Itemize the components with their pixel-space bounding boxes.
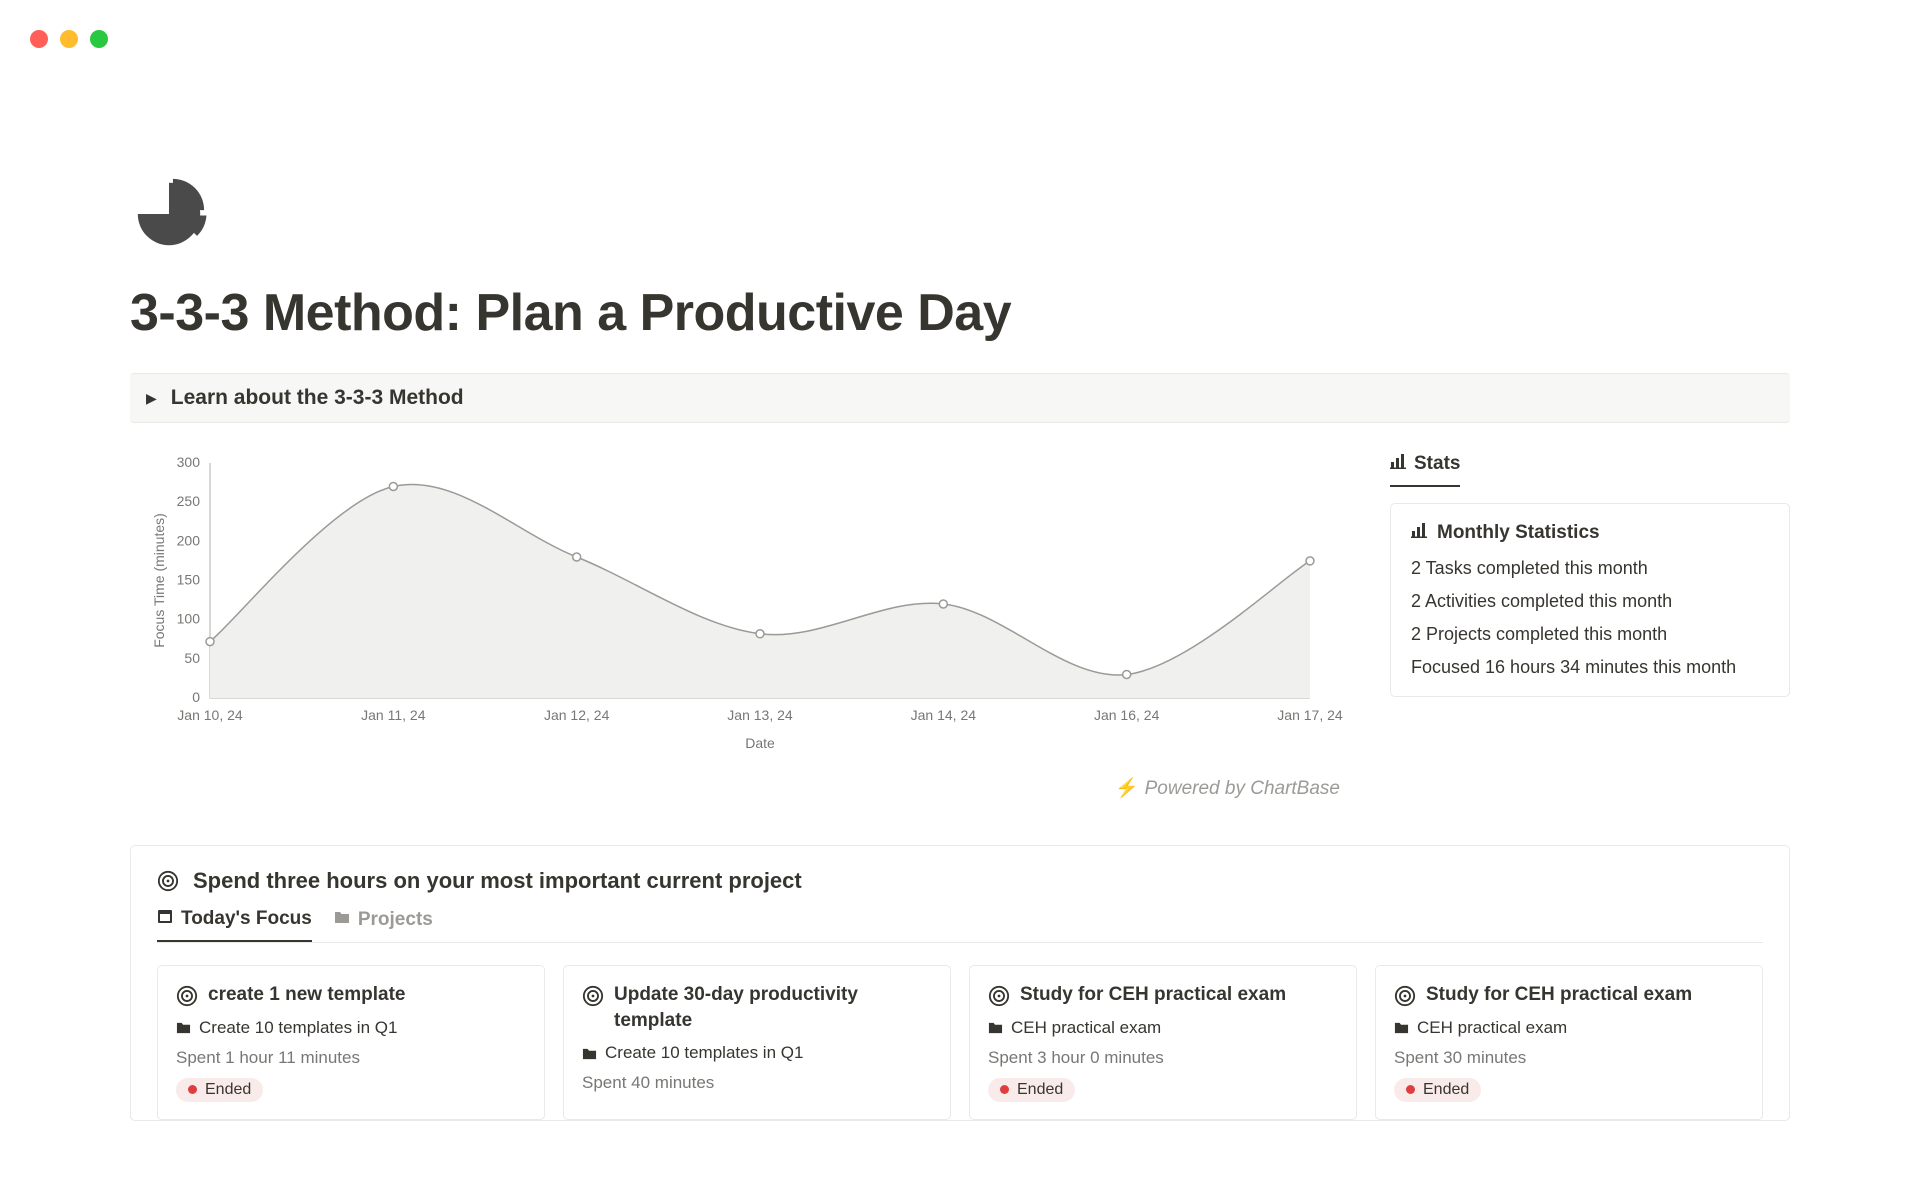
target-icon bbox=[582, 985, 604, 1007]
status-dot-icon bbox=[1000, 1085, 1009, 1094]
task-card[interactable]: Study for CEH practical exam CEH practic… bbox=[969, 965, 1357, 1120]
task-title: create 1 new template bbox=[208, 982, 405, 1008]
task-spent: Spent 3 hour 0 minutes bbox=[988, 1048, 1338, 1068]
stats-tab[interactable]: Stats bbox=[1390, 453, 1460, 487]
svg-text:Date: Date bbox=[745, 735, 775, 751]
focus-section: Spend three hours on your most important… bbox=[130, 845, 1790, 1121]
svg-text:250: 250 bbox=[177, 493, 201, 509]
svg-text:0: 0 bbox=[192, 689, 200, 705]
window-maximize-button[interactable] bbox=[90, 30, 108, 48]
svg-text:Focus Time (minutes): Focus Time (minutes) bbox=[151, 513, 167, 648]
svg-text:Jan 14, 24: Jan 14, 24 bbox=[911, 707, 977, 723]
stats-line: 2 Tasks completed this month bbox=[1411, 558, 1769, 579]
stats-line: 2 Projects completed this month bbox=[1411, 624, 1769, 645]
task-spent: Spent 40 minutes bbox=[582, 1073, 932, 1093]
stats-line: Focused 16 hours 34 minutes this month bbox=[1411, 657, 1769, 678]
svg-text:Jan 12, 24: Jan 12, 24 bbox=[544, 707, 610, 723]
focus-chart: 0 50 100 150 200 250 300 Jan 10, 24 Jan 11, 24 Ja… bbox=[130, 453, 1350, 800]
svg-text:50: 50 bbox=[184, 650, 200, 666]
focus-chart-svg: 0 50 100 150 200 250 300 Jan 10, 24 Jan 11, 24 Ja… bbox=[130, 453, 1350, 753]
svg-text:Jan 13, 24: Jan 13, 24 bbox=[727, 707, 793, 723]
bar-chart-icon bbox=[1390, 453, 1406, 475]
section-header: Spend three hours on your most important… bbox=[157, 868, 1763, 894]
target-icon bbox=[988, 985, 1010, 1007]
task-title: Study for CEH practical exam bbox=[1020, 982, 1286, 1008]
page-title: 3-3-3 Method: Plan a Productive Day bbox=[130, 283, 1790, 343]
stats-card-title: Monthly Statistics bbox=[1411, 522, 1769, 544]
stats-line: 2 Activities completed this month bbox=[1411, 591, 1769, 612]
task-spent: Spent 1 hour 11 minutes bbox=[176, 1048, 526, 1068]
svg-text:Jan 17, 24: Jan 17, 24 bbox=[1277, 707, 1343, 723]
folder-icon bbox=[988, 1020, 1003, 1035]
task-card[interactable]: Update 30-day productivity template Crea… bbox=[563, 965, 951, 1120]
svg-text:Jan 10, 24: Jan 10, 24 bbox=[177, 707, 243, 723]
window-close-button[interactable] bbox=[30, 30, 48, 48]
svg-text:Jan 11, 24: Jan 11, 24 bbox=[361, 707, 426, 723]
chart-attribution: ⚡Powered by ChartBase bbox=[130, 776, 1350, 800]
page-content: 3-3-3 Method: Plan a Productive Day ▶ Le… bbox=[0, 0, 1920, 1121]
target-icon bbox=[1394, 985, 1416, 1007]
folder-icon bbox=[334, 909, 350, 931]
task-project: CEH practical exam bbox=[988, 1018, 1338, 1038]
task-spent: Spent 30 minutes bbox=[1394, 1048, 1744, 1068]
folder-icon bbox=[176, 1020, 191, 1035]
window-minimize-button[interactable] bbox=[60, 30, 78, 48]
svg-text:150: 150 bbox=[177, 572, 201, 588]
section-heading: Spend three hours on your most important… bbox=[193, 868, 802, 894]
task-project: Create 10 templates in Q1 bbox=[176, 1018, 526, 1038]
target-icon bbox=[176, 985, 198, 1007]
tab-projects[interactable]: Projects bbox=[334, 908, 433, 942]
learn-callout[interactable]: ▶ Learn about the 3-3-3 Method bbox=[130, 373, 1790, 423]
lightning-icon: ⚡ bbox=[1115, 778, 1139, 799]
svg-text:200: 200 bbox=[177, 532, 201, 548]
pie-chart-icon bbox=[130, 175, 208, 253]
cards-row: create 1 new template Create 10 template… bbox=[157, 965, 1763, 1120]
status-dot-icon bbox=[1406, 1085, 1415, 1094]
calendar-icon bbox=[157, 908, 173, 930]
tabs-row: Today's Focus Projects bbox=[157, 908, 1763, 943]
stats-card: Monthly Statistics 2 Tasks completed thi… bbox=[1390, 503, 1790, 697]
status-badge: Ended bbox=[1394, 1078, 1481, 1102]
callout-text: Learn about the 3-3-3 Method bbox=[171, 386, 464, 410]
svg-text:Jan 16, 24: Jan 16, 24 bbox=[1094, 707, 1160, 723]
stats-panel: Stats Monthly Statistics 2 Tasks complet… bbox=[1390, 453, 1790, 697]
target-icon bbox=[157, 870, 179, 892]
tab-todays-focus[interactable]: Today's Focus bbox=[157, 908, 312, 942]
task-project: Create 10 templates in Q1 bbox=[582, 1043, 932, 1063]
window-controls bbox=[30, 30, 108, 48]
status-badge: Ended bbox=[988, 1078, 1075, 1102]
folder-icon bbox=[1394, 1020, 1409, 1035]
task-project: CEH practical exam bbox=[1394, 1018, 1744, 1038]
task-title: Update 30-day productivity template bbox=[614, 982, 932, 1033]
task-card[interactable]: create 1 new template Create 10 template… bbox=[157, 965, 545, 1120]
toggle-arrow-icon: ▶ bbox=[146, 390, 157, 407]
svg-text:100: 100 bbox=[177, 611, 201, 627]
folder-icon bbox=[582, 1046, 597, 1061]
status-dot-icon bbox=[188, 1085, 197, 1094]
task-title: Study for CEH practical exam bbox=[1426, 982, 1692, 1008]
status-badge: Ended bbox=[176, 1078, 263, 1102]
svg-text:300: 300 bbox=[177, 454, 201, 470]
bar-chart-icon bbox=[1411, 522, 1427, 544]
task-card[interactable]: Study for CEH practical exam CEH practic… bbox=[1375, 965, 1763, 1120]
chart-stats-row: 0 50 100 150 200 250 300 Jan 10, 24 Jan 11, 24 Ja… bbox=[130, 453, 1790, 800]
